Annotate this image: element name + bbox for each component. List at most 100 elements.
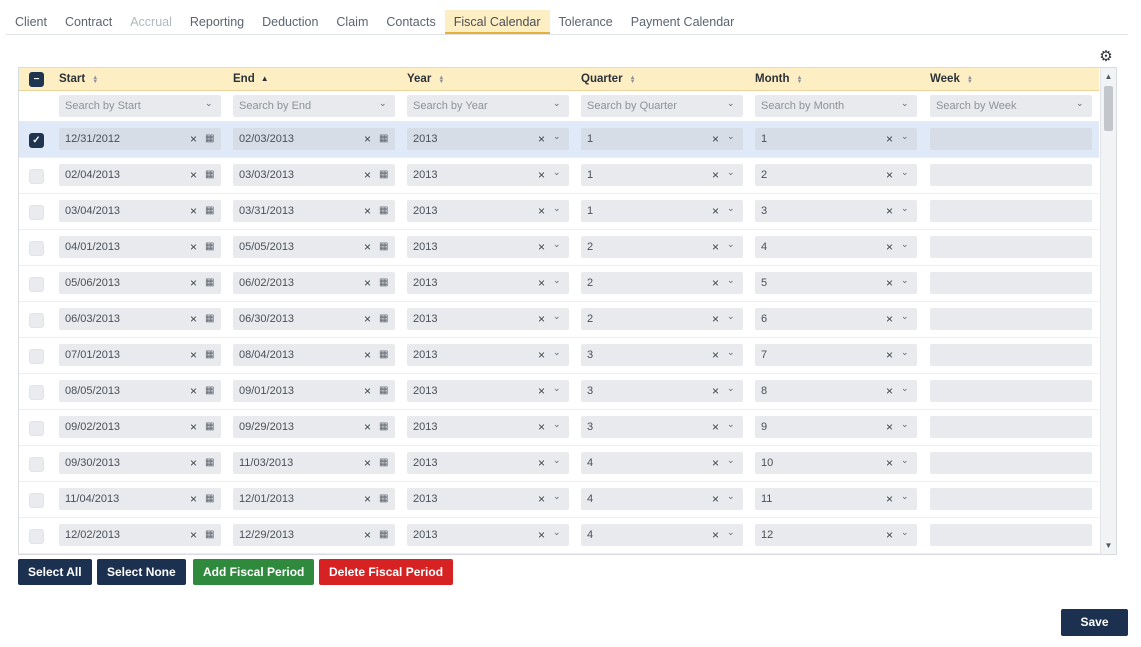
calendar-icon[interactable]: ▦ [379, 452, 388, 474]
week-field[interactable] [930, 488, 1092, 510]
clear-icon[interactable]: × [712, 272, 719, 294]
clear-icon[interactable]: × [190, 272, 197, 294]
table-row[interactable]: 05/06/2013 × ▦ 06/02/2013 × ▦ 2013 × ⌄ 2 × ⌄ 5 × ⌄ [19, 265, 1099, 302]
calendar-icon[interactable]: ▦ [379, 272, 388, 294]
calendar-icon[interactable]: ▦ [205, 272, 214, 294]
calendar-icon[interactable]: ▦ [379, 308, 388, 330]
week-field[interactable] [930, 272, 1092, 294]
chevron-down-icon[interactable]: ⌄ [553, 305, 561, 327]
start-field[interactable]: 02/04/2013 × ▦ [59, 164, 221, 186]
calendar-icon[interactable]: ▦ [205, 236, 214, 258]
clear-icon[interactable]: × [712, 344, 719, 366]
chevron-down-icon[interactable]: ⌄ [901, 233, 909, 255]
month-field[interactable]: 5 × ⌄ [755, 272, 917, 294]
year-field[interactable]: 2013 × ⌄ [407, 488, 569, 510]
clear-icon[interactable]: × [190, 416, 197, 438]
chevron-down-icon[interactable]: ⌄ [553, 377, 561, 399]
month-field[interactable]: 2 × ⌄ [755, 164, 917, 186]
calendar-icon[interactable]: ▦ [379, 128, 388, 150]
header-checkbox[interactable]: − [29, 72, 44, 87]
clear-icon[interactable]: × [190, 380, 197, 402]
sort-asc-icon[interactable]: ▲ [261, 75, 269, 83]
month-field[interactable]: 7 × ⌄ [755, 344, 917, 366]
save-button[interactable]: Save [1061, 609, 1128, 636]
calendar-icon[interactable]: ▦ [205, 380, 214, 402]
year-field[interactable]: 2013 × ⌄ [407, 200, 569, 222]
chevron-down-icon[interactable]: ⌄ [553, 449, 561, 471]
end-field[interactable]: 02/03/2013 × ▦ [233, 128, 395, 150]
chevron-down-icon[interactable]: ⌄ [901, 197, 909, 219]
month-field[interactable]: 8 × ⌄ [755, 380, 917, 402]
clear-icon[interactable]: × [886, 452, 893, 474]
year-field[interactable]: 2013 × ⌄ [407, 344, 569, 366]
clear-icon[interactable]: × [364, 272, 371, 294]
row-checkbox[interactable] [29, 421, 44, 436]
clear-icon[interactable]: × [364, 128, 371, 150]
clear-icon[interactable]: × [886, 416, 893, 438]
clear-icon[interactable]: × [712, 200, 719, 222]
table-row[interactable]: ✓ 12/31/2012 × ▦ 02/03/2013 × ▦ 2013 × ⌄ 1 × ⌄ 1 × ⌄ [19, 121, 1099, 158]
tab-contract[interactable]: Contract [56, 10, 121, 34]
clear-icon[interactable]: × [538, 164, 545, 186]
clear-icon[interactable]: × [538, 344, 545, 366]
chevron-down-icon[interactable]: ⌄ [901, 521, 909, 543]
calendar-icon[interactable]: ▦ [379, 236, 388, 258]
clear-icon[interactable]: × [886, 200, 893, 222]
clear-icon[interactable]: × [538, 272, 545, 294]
tab-claim[interactable]: Claim [327, 10, 377, 34]
clear-icon[interactable]: × [886, 272, 893, 294]
column-header-quarter[interactable]: Quarter ▲▼ [581, 68, 636, 90]
select-all-button[interactable]: Select All [18, 559, 92, 585]
tab-payment-calendar[interactable]: Payment Calendar [622, 10, 744, 34]
year-field[interactable]: 2013 × ⌄ [407, 308, 569, 330]
table-row[interactable]: 04/01/2013 × ▦ 05/05/2013 × ▦ 2013 × ⌄ 2 × ⌄ 4 × ⌄ [19, 229, 1099, 266]
end-field[interactable]: 09/01/2013 × ▦ [233, 380, 395, 402]
clear-icon[interactable]: × [364, 164, 371, 186]
calendar-icon[interactable]: ▦ [205, 128, 214, 150]
calendar-icon[interactable]: ▦ [205, 164, 214, 186]
start-field[interactable]: 11/04/2013 × ▦ [59, 488, 221, 510]
clear-icon[interactable]: × [886, 164, 893, 186]
chevron-down-icon[interactable]: ⌄ [901, 485, 909, 507]
chevron-down-icon[interactable]: ⌄ [727, 233, 735, 255]
quarter-field[interactable]: 4 × ⌄ [581, 452, 743, 474]
clear-icon[interactable]: × [712, 452, 719, 474]
start-field[interactable]: 09/30/2013 × ▦ [59, 452, 221, 474]
sort-icon[interactable]: ▲▼ [629, 75, 636, 83]
clear-icon[interactable]: × [712, 416, 719, 438]
tab-contacts[interactable]: Contacts [377, 10, 444, 34]
sort-icon[interactable]: ▲▼ [795, 75, 802, 83]
clear-icon[interactable]: × [538, 128, 545, 150]
week-field[interactable] [930, 452, 1092, 474]
year-field[interactable]: 2013 × ⌄ [407, 380, 569, 402]
chevron-down-icon[interactable]: ⌄ [727, 161, 735, 183]
table-row[interactable]: 11/04/2013 × ▦ 12/01/2013 × ▦ 2013 × ⌄ 4 × ⌄ 11 × ⌄ [19, 481, 1099, 518]
chevron-down-icon[interactable]: ⌄ [901, 341, 909, 363]
clear-icon[interactable]: × [190, 488, 197, 510]
calendar-icon[interactable]: ▦ [205, 524, 214, 546]
select-none-button[interactable]: Select None [97, 559, 186, 585]
tab-fiscal-calendar[interactable]: Fiscal Calendar [444, 10, 550, 34]
table-row[interactable]: 08/05/2013 × ▦ 09/01/2013 × ▦ 2013 × ⌄ 3 × ⌄ 8 × ⌄ [19, 373, 1099, 410]
week-field[interactable] [930, 308, 1092, 330]
start-field[interactable]: 12/31/2012 × ▦ [59, 128, 221, 150]
year-field[interactable]: 2013 × ⌄ [407, 272, 569, 294]
start-field[interactable]: 04/01/2013 × ▦ [59, 236, 221, 258]
year-field[interactable]: 2013 × ⌄ [407, 164, 569, 186]
table-row[interactable]: 09/30/2013 × ▦ 11/03/2013 × ▦ 2013 × ⌄ 4 × ⌄ 10 × ⌄ [19, 445, 1099, 482]
tab-client[interactable]: Client [6, 10, 56, 34]
start-field[interactable]: 07/01/2013 × ▦ [59, 344, 221, 366]
clear-icon[interactable]: × [364, 308, 371, 330]
row-checkbox[interactable] [29, 169, 44, 184]
week-field[interactable] [930, 128, 1092, 150]
end-field[interactable]: 06/30/2013 × ▦ [233, 308, 395, 330]
filter-week-select[interactable]: Search by Week ⌄ [930, 95, 1092, 117]
clear-icon[interactable]: × [190, 236, 197, 258]
start-field[interactable]: 08/05/2013 × ▦ [59, 380, 221, 402]
filter-month-select[interactable]: Search by Month ⌄ [755, 95, 917, 117]
clear-icon[interactable]: × [190, 128, 197, 150]
chevron-down-icon[interactable]: ⌄ [901, 92, 909, 114]
quarter-field[interactable]: 2 × ⌄ [581, 272, 743, 294]
clear-icon[interactable]: × [364, 452, 371, 474]
start-field[interactable]: 09/02/2013 × ▦ [59, 416, 221, 438]
